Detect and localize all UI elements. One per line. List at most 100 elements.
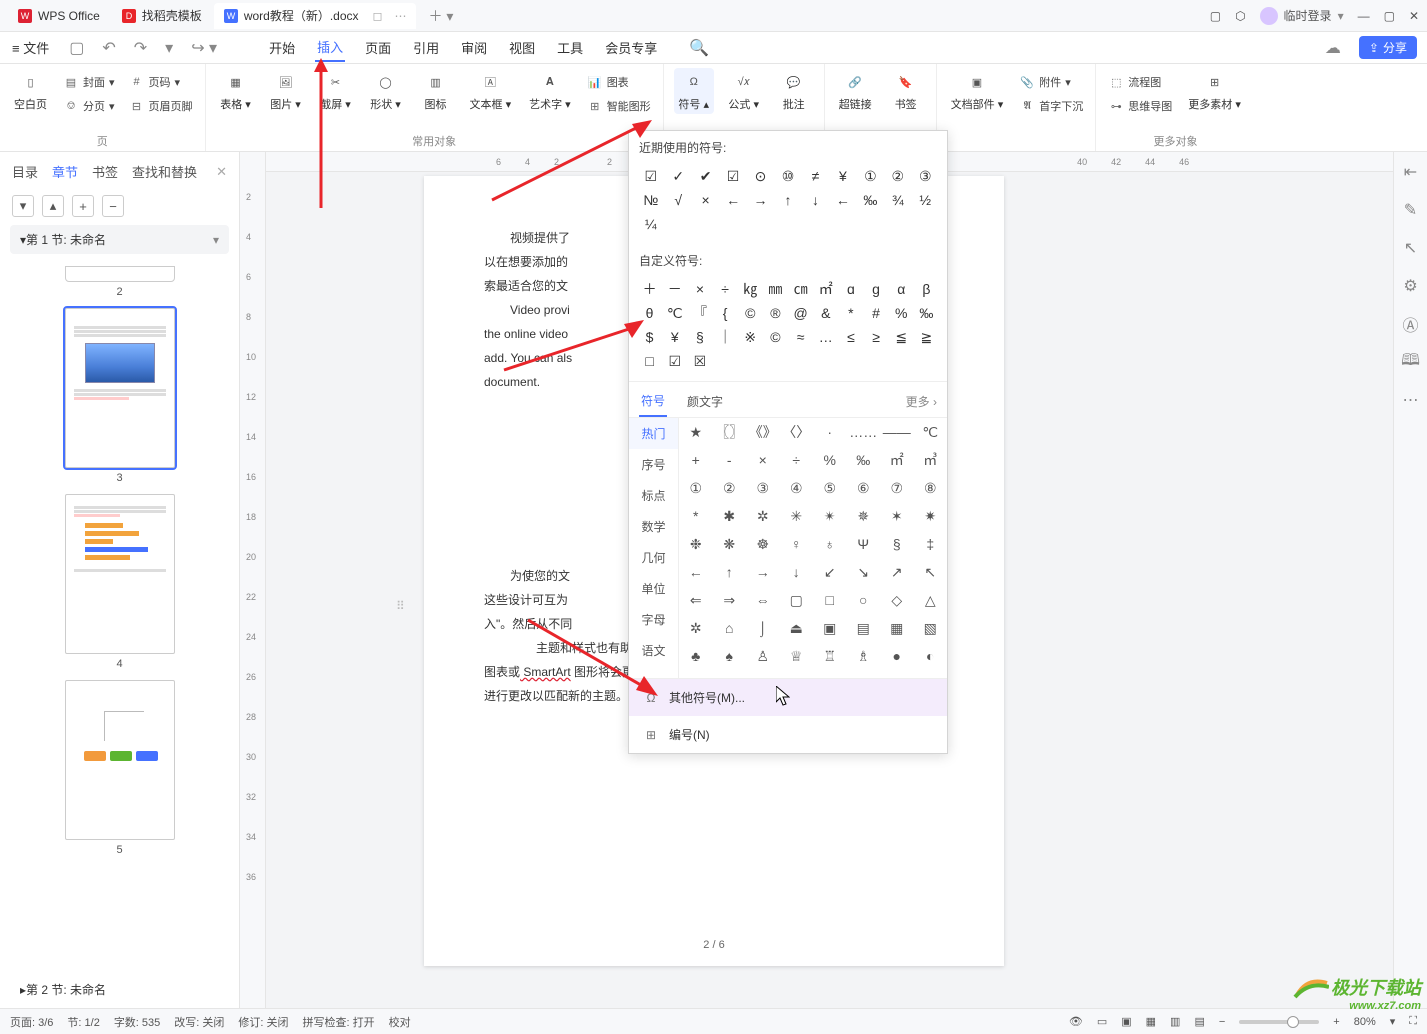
symbol-category[interactable]: 语文: [629, 635, 678, 666]
symbol-cell[interactable]: ▢: [780, 586, 814, 614]
symbol-cell[interactable]: ɡ: [863, 277, 888, 301]
symbol-cell[interactable]: -: [713, 446, 747, 474]
symbol-cell[interactable]: ≠: [802, 164, 829, 188]
symbol-cell[interactable]: ↑: [713, 558, 747, 586]
symbol-cell[interactable]: 〖〗: [713, 418, 747, 446]
qat-icon-5[interactable]: ↪ ▾: [191, 38, 217, 58]
btn-icons[interactable]: ▥图标: [416, 68, 456, 114]
btn-table[interactable]: ▦表格 ▾: [216, 68, 256, 114]
symbol-cell[interactable]: ↗: [880, 558, 914, 586]
symbol-cell[interactable]: ←: [829, 188, 856, 212]
symbol-cell[interactable]: →: [747, 188, 774, 212]
symbol-cell[interactable]: *: [679, 502, 713, 530]
toolbox-icon[interactable]: ▢: [1210, 9, 1221, 23]
tab-options-icon[interactable]: ◻: [373, 9, 383, 23]
symbol-cell[interactable]: ②: [884, 164, 911, 188]
thumb-4[interactable]: 4: [65, 494, 175, 670]
qat-redo-icon[interactable]: ↷: [134, 38, 147, 58]
cloud-icon[interactable]: ☁: [1325, 38, 1341, 58]
symbol-cell[interactable]: →: [746, 558, 780, 586]
symbol-cell[interactable]: α: [889, 277, 914, 301]
rb-collapse-icon[interactable]: ⇤: [1401, 162, 1421, 182]
symbol-cell[interactable]: ≥: [863, 325, 888, 349]
menu-vip[interactable]: 会员专享: [603, 34, 659, 61]
symbol-cell[interactable]: ½: [912, 188, 939, 212]
symbol-cell[interactable]: %: [889, 301, 914, 325]
menu-insert[interactable]: 插入: [315, 33, 345, 62]
symbol-cell[interactable]: 《》: [746, 418, 780, 446]
btn-chart[interactable]: 📊图表: [585, 72, 653, 92]
fullscreen-icon[interactable]: ⛶: [1409, 1015, 1417, 1028]
symbol-cell[interactable]: ⑤: [813, 474, 847, 502]
symbol-cell[interactable]: ↓: [780, 558, 814, 586]
symbol-cell[interactable]: ↘: [847, 558, 881, 586]
symbol-cell[interactable]: ③: [912, 164, 939, 188]
symbol-cell[interactable]: ©: [738, 301, 763, 325]
symbol-cell[interactable]: ‰: [857, 188, 884, 212]
tool-add[interactable]: +: [72, 195, 94, 217]
symbol-cell[interactable]: ㎡: [880, 446, 914, 474]
symbol-cell[interactable]: ‡: [914, 530, 948, 558]
symbol-cell[interactable]: ≦: [889, 325, 914, 349]
symbol-cell[interactable]: ¼: [637, 212, 664, 236]
zoom-out-icon[interactable]: −: [1219, 1016, 1225, 1028]
symbol-cell[interactable]: ㎡: [813, 277, 838, 301]
view-mode-4-icon[interactable]: ▥: [1170, 1015, 1180, 1028]
symbol-cell[interactable]: ㎜: [763, 277, 788, 301]
tab-menu-icon[interactable]: ⋯: [394, 9, 406, 23]
side-close-icon[interactable]: ✕: [216, 164, 227, 180]
symbol-category[interactable]: 字母: [629, 604, 678, 635]
symbol-cell[interactable]: ®: [763, 301, 788, 325]
menu-home[interactable]: 开始: [267, 34, 297, 61]
btn-hyperlink[interactable]: 🔗超链接: [835, 68, 876, 114]
symbol-cell[interactable]: ✶: [880, 502, 914, 530]
symbol-cell[interactable]: ❋: [713, 530, 747, 558]
symbol-cell[interactable]: ≤: [838, 325, 863, 349]
btn-comment[interactable]: 💬批注: [774, 68, 814, 114]
symbol-cell[interactable]: ♗: [847, 642, 881, 670]
symbol-cell[interactable]: ｜: [712, 325, 737, 349]
symbol-category[interactable]: 单位: [629, 573, 678, 604]
view-mode-5-icon[interactable]: ▤: [1194, 1015, 1204, 1028]
symbol-cell[interactable]: ＋: [637, 277, 662, 301]
symbol-cell[interactable]: ×: [692, 188, 719, 212]
symbol-cell[interactable]: ✳: [780, 502, 814, 530]
symbol-cell[interactable]: ②: [713, 474, 747, 502]
symbol-category[interactable]: 标点: [629, 480, 678, 511]
rb-more-icon[interactable]: ⋯: [1401, 390, 1421, 410]
menu-ref[interactable]: 引用: [411, 34, 441, 61]
view-mode-1-icon[interactable]: ▭: [1097, 1015, 1107, 1028]
symbol-cell[interactable]: &: [813, 301, 838, 325]
symbol-cell[interactable]: {: [712, 301, 737, 325]
menu-review[interactable]: 审阅: [459, 34, 489, 61]
opt-numbering[interactable]: ⊞编号(N): [629, 716, 947, 753]
symbol-category[interactable]: 几何: [629, 542, 678, 573]
share-button[interactable]: ⇪ 分享: [1359, 36, 1417, 59]
symbol-cell[interactable]: @: [788, 301, 813, 325]
zoom-in-icon[interactable]: +: [1333, 1016, 1339, 1028]
maximize-icon[interactable]: ▢: [1384, 9, 1395, 23]
symbol-cell[interactable]: ▣: [813, 614, 847, 642]
symbol-cell[interactable]: ¥: [662, 325, 687, 349]
symbol-cell[interactable]: ✵: [847, 502, 881, 530]
symbol-cell[interactable]: ⌡: [746, 614, 780, 642]
symbol-cell[interactable]: ♁: [813, 530, 847, 558]
symbol-cell[interactable]: *: [838, 301, 863, 325]
symbol-cell[interactable]: +: [679, 446, 713, 474]
btn-symbol[interactable]: Ω符号 ▴: [674, 68, 714, 114]
btn-textbox[interactable]: 🄰文本框 ▾: [466, 68, 516, 114]
symbol-cell[interactable]: §: [687, 325, 712, 349]
symbol-cell[interactable]: ☒: [687, 349, 712, 373]
symbol-cell[interactable]: ☑: [662, 349, 687, 373]
symbol-cell[interactable]: ≧: [914, 325, 939, 349]
status-words[interactable]: 字数: 535: [114, 1014, 160, 1030]
zoom-slider[interactable]: [1239, 1020, 1319, 1024]
symbol-cell[interactable]: ㎥: [914, 446, 948, 474]
symbol-cell[interactable]: ✱: [713, 502, 747, 530]
rb-settings-icon[interactable]: ⚙: [1401, 276, 1421, 296]
btn-more-resources[interactable]: ⊞更多素材 ▾: [1184, 68, 1245, 114]
rb-translate-icon[interactable]: Ⓐ: [1401, 314, 1421, 334]
symbol-cell[interactable]: ♖: [813, 642, 847, 670]
symbol-cell[interactable]: ⌂: [713, 614, 747, 642]
symbol-cell[interactable]: ❉: [679, 530, 713, 558]
